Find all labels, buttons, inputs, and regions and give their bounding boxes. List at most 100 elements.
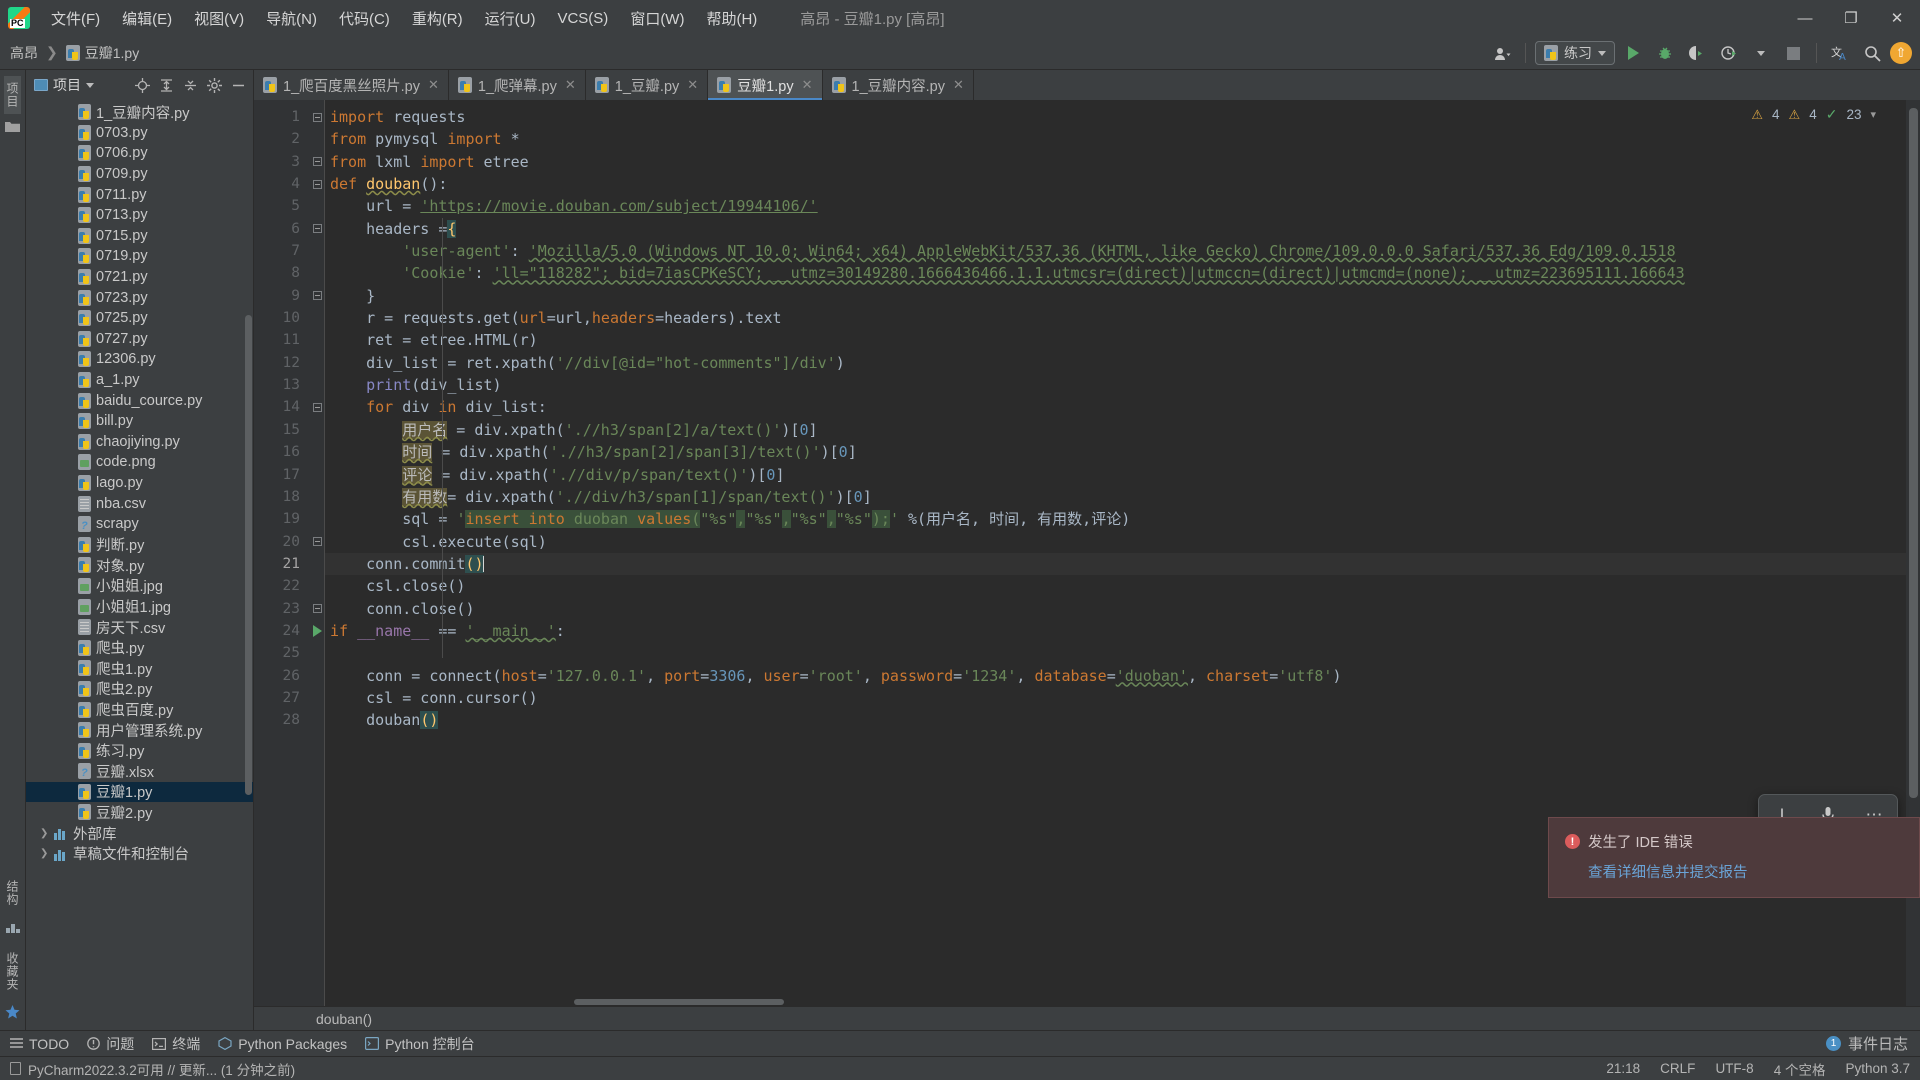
project-scrollbar-thumb[interactable]	[245, 315, 252, 795]
close-icon[interactable]: ✕	[687, 77, 698, 93]
code-line[interactable]: csl.close()	[324, 575, 1906, 597]
close-icon[interactable]: ✕	[953, 77, 964, 93]
ide-error-report-link[interactable]: 查看详细信息并提交报告	[1588, 861, 1903, 882]
fold-slot[interactable]	[310, 106, 324, 128]
tree-item[interactable]: 练习.py	[26, 740, 253, 761]
editor-tab[interactable]: 1_豆瓣内容.py ✕	[823, 70, 974, 100]
tool-window-favorites[interactable]: 收藏夹	[4, 946, 21, 997]
status-encoding[interactable]: UTF-8	[1715, 1061, 1753, 1076]
menu-edit[interactable]: 编辑(E)	[111, 4, 183, 33]
gear-icon[interactable]	[203, 74, 225, 96]
code-line[interactable]: douban()	[324, 709, 1906, 731]
code-line[interactable]: from lxml import etree	[324, 151, 1906, 173]
project-file-tree[interactable]: 1_豆瓣内容.py 0703.py 0706.py 0709.py 0711.py 071…	[26, 100, 253, 1030]
tree-item[interactable]: 爬虫1.py	[26, 658, 253, 679]
fold-slot[interactable]	[310, 531, 324, 553]
code-line[interactable]	[324, 642, 1906, 664]
chevron-down-icon[interactable]: ▾	[1870, 108, 1876, 121]
tree-item[interactable]: 小姐姐.jpg	[26, 576, 253, 597]
tool-window-todo[interactable]: TODO	[10, 1036, 69, 1052]
code-line[interactable]: conn.commit()	[324, 552, 1906, 576]
profile-dropdown-icon[interactable]	[1747, 40, 1775, 66]
editor-tab[interactable]: 1_豆瓣.py ✕	[586, 70, 709, 100]
code-line[interactable]: 评论 = div.xpath('.//div/p/span/text()')[0…	[324, 464, 1906, 486]
tree-item[interactable]: 0715.py	[26, 226, 253, 247]
code-line[interactable]: div_list = ret.xpath('//div[@id="hot-com…	[324, 352, 1906, 374]
menu-help[interactable]: 帮助(H)	[695, 4, 768, 33]
fold-slot[interactable]	[310, 151, 324, 173]
close-icon[interactable]: ✕	[565, 77, 576, 93]
fold-slot[interactable]	[310, 598, 324, 620]
status-update-message[interactable]: PyCharm2022.3.2可用 // 更新... (1 分钟之前)	[28, 1059, 295, 1079]
tree-item[interactable]: a_1.py	[26, 370, 253, 391]
tree-item[interactable]: 0723.py	[26, 287, 253, 308]
tree-item[interactable]: ? 豆瓣.xlsx	[26, 761, 253, 782]
menu-file[interactable]: 文件(F)	[40, 4, 111, 33]
run-icon[interactable]	[1619, 40, 1647, 66]
tree-item[interactable]: nba.csv	[26, 493, 253, 514]
tree-item[interactable]: 对象.py	[26, 555, 253, 576]
tree-item[interactable]: 0727.py	[26, 329, 253, 350]
code-line[interactable]: for div in div_list:	[324, 396, 1906, 418]
tree-item[interactable]: 用户管理系统.py	[26, 720, 253, 741]
fold-marker-icon[interactable]	[312, 112, 322, 122]
editor-tab[interactable]: 豆瓣1.py ✕	[708, 70, 823, 100]
tree-item[interactable]: 爬虫2.py	[26, 679, 253, 700]
code-line[interactable]: 有用数= div.xpath('.//div/h3/span[1]/span/t…	[324, 486, 1906, 508]
tree-item[interactable]: 12306.py	[26, 349, 253, 370]
star-icon[interactable]	[5, 1005, 20, 1024]
folder-icon[interactable]	[5, 120, 20, 137]
account-icon[interactable]	[1488, 40, 1516, 66]
fold-marker-icon[interactable]	[312, 291, 322, 301]
menu-code[interactable]: 代码(C)	[328, 4, 401, 33]
event-log-label[interactable]: 事件日志	[1848, 1033, 1908, 1054]
tree-item[interactable]: 0725.py	[26, 308, 253, 329]
code-line[interactable]: def douban():	[324, 173, 1906, 195]
code-line[interactable]: conn = connect(host='127.0.0.1', port=33…	[324, 665, 1906, 687]
fold-slot[interactable]	[310, 173, 324, 195]
close-icon[interactable]: ✕	[802, 77, 813, 93]
code-line[interactable]: url = 'https://movie.douban.com/subject/…	[324, 195, 1906, 217]
status-line-separator[interactable]: CRLF	[1660, 1061, 1695, 1076]
tree-item[interactable]: 0713.py	[26, 205, 253, 226]
profile-icon[interactable]	[1715, 40, 1743, 66]
code-line[interactable]: csl.execute(sql)	[324, 531, 1906, 553]
tree-item[interactable]: ? scrapy	[26, 514, 253, 535]
code-line[interactable]: }	[324, 285, 1906, 307]
collapse-all-icon[interactable]	[179, 74, 201, 96]
fold-slot[interactable]	[310, 620, 324, 642]
tree-item[interactable]: 1_豆瓣内容.py	[26, 102, 253, 123]
tree-item[interactable]: 判断.py	[26, 534, 253, 555]
tree-item[interactable]: 0711.py	[26, 184, 253, 205]
project-panel-title[interactable]: 项目	[34, 75, 94, 95]
menu-view[interactable]: 视图(V)	[183, 4, 255, 33]
tree-item[interactable]: 豆瓣1.py	[26, 781, 253, 803]
tree-item[interactable]: 豆瓣2.py	[26, 802, 253, 823]
code-line[interactable]: print(div_list)	[324, 374, 1906, 396]
breadcrumb-file[interactable]: 豆瓣1.py	[85, 43, 139, 63]
menu-window[interactable]: 窗口(W)	[619, 4, 695, 33]
tree-item[interactable]: baidu_cource.py	[26, 390, 253, 411]
fold-marker-icon[interactable]	[312, 403, 322, 413]
code-line[interactable]: ret = etree.HTML(r)	[324, 329, 1906, 351]
fold-marker-icon[interactable]	[312, 179, 322, 189]
code-line[interactable]: import requests	[324, 106, 1906, 128]
translate-icon[interactable]: 文A	[1826, 40, 1854, 66]
locate-icon[interactable]	[131, 74, 153, 96]
inspection-widget[interactable]: ⚠ 4 ⚠ 4 ✓ 23 ▾	[1751, 106, 1876, 123]
code-line[interactable]: 'Cookie': 'll="118282"; bid=7iasCPKeSCY;…	[324, 262, 1906, 284]
tree-item[interactable]: lago.py	[26, 473, 253, 494]
menu-run[interactable]: 运行(U)	[474, 4, 547, 33]
tree-item[interactable]: 小姐姐1.jpg	[26, 596, 253, 617]
chevron-right-icon[interactable]: ❯	[40, 848, 49, 859]
tool-window-python-packages[interactable]: Python Packages	[218, 1036, 347, 1052]
fold-marker-icon[interactable]	[312, 604, 322, 614]
fold-marker-icon[interactable]	[312, 157, 322, 167]
run-gutter-icon[interactable]	[312, 625, 322, 638]
stop-icon[interactable]	[1779, 40, 1807, 66]
fold-slot[interactable]	[310, 285, 324, 307]
menu-vcs[interactable]: VCS(S)	[546, 6, 619, 31]
run-configuration-selector[interactable]: 练习	[1535, 41, 1615, 65]
tree-item[interactable]: 房天下.csv	[26, 617, 253, 638]
tree-item[interactable]: code.png	[26, 452, 253, 473]
